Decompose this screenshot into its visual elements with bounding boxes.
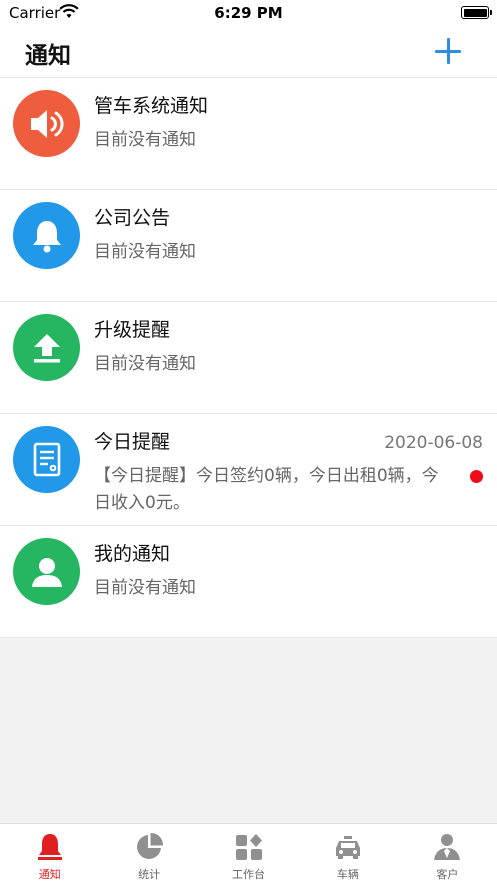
tab-label: 统计: [138, 868, 161, 881]
pie-chart-icon: [137, 833, 164, 859]
notification-subtitle: 【今日提醒】今日签约0辆，今日出租0辆，今日收入0元。: [94, 466, 439, 513]
tab-label: 工作台: [232, 868, 266, 881]
tab-label: 通知: [38, 868, 61, 881]
unread-dot: [470, 470, 483, 483]
notification-title: 我的通知: [94, 543, 171, 565]
user-icon: [13, 538, 80, 605]
customer-icon: [434, 834, 461, 860]
notification-item-system[interactable]: 管车系统通知 目前没有通知: [0, 78, 497, 190]
notification-subtitle: 目前没有通知: [94, 354, 196, 374]
notification-date: 2020-06-08: [384, 433, 483, 453]
plus-icon[interactable]: [435, 38, 461, 64]
nav-bar: 通知: [0, 26, 497, 78]
tab-customers[interactable]: 客户: [398, 824, 497, 883]
bell-icon: [13, 202, 80, 269]
tab-label: 车辆: [336, 868, 359, 881]
tab-label: 客户: [436, 868, 459, 881]
tab-workbench[interactable]: 工作台: [199, 824, 298, 883]
status-bar: Carrier 6:29 PM: [0, 0, 497, 26]
grid-icon: [235, 834, 262, 860]
bell-icon: [37, 834, 62, 860]
carrier-label: Carrier: [9, 4, 61, 22]
upload-icon: [13, 314, 80, 381]
notification-title: 升级提醒: [94, 319, 171, 341]
notification-item-announcement[interactable]: 公司公告 目前没有通知: [0, 190, 497, 302]
wifi-icon: [59, 4, 79, 18]
car-icon: [335, 836, 360, 859]
battery-icon: [461, 6, 492, 19]
tab-notifications[interactable]: 通知: [0, 824, 99, 883]
tab-statistics[interactable]: 统计: [99, 824, 198, 883]
notification-subtitle: 目前没有通知: [94, 130, 196, 150]
notification-list: 管车系统通知 目前没有通知 公司公告 目前没有通知 升级提醒 目前没有通知 今日…: [0, 78, 497, 638]
speaker-icon: [13, 90, 80, 157]
tab-vehicles[interactable]: 车辆: [298, 824, 397, 883]
notification-title: 管车系统通知: [94, 95, 209, 117]
notification-subtitle: 目前没有通知: [94, 242, 196, 262]
notification-item-upgrade[interactable]: 升级提醒 目前没有通知: [0, 302, 497, 414]
document-icon: [13, 426, 80, 493]
notification-item-mine[interactable]: 我的通知 目前没有通知: [0, 526, 497, 638]
notification-subtitle: 目前没有通知: [94, 578, 196, 598]
page-title: 通知: [25, 43, 71, 69]
notification-title: 公司公告: [94, 207, 171, 229]
notification-item-today[interactable]: 今日提醒 2020-06-08 【今日提醒】今日签约0辆，今日出租0辆，今日收入…: [0, 414, 497, 526]
tab-bar: 通知 统计 工作台 车辆 客户: [0, 823, 497, 883]
notification-title: 今日提醒: [94, 431, 171, 453]
